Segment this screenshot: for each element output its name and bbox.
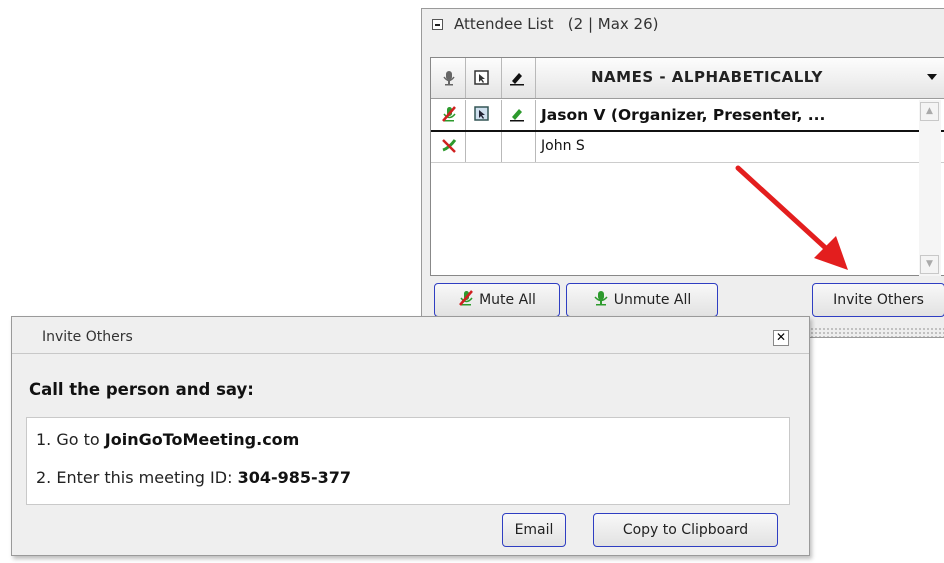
attendee-list-title: Attendee List (2 | Max 26): [454, 15, 658, 33]
muted-phone-icon[interactable]: [441, 138, 457, 154]
instructions-box: 1. Go to JoinGoToMeeting.com 2. Enter th…: [26, 417, 790, 505]
unmute-all-label: Unmute All: [613, 292, 692, 308]
collapse-icon[interactable]: [432, 19, 443, 30]
column-separator: [535, 132, 536, 162]
column-separator: [465, 58, 466, 98]
unmute-all-button[interactable]: Unmute All: [566, 283, 718, 317]
instruction-1-prefix: 1. Go to: [36, 430, 105, 449]
resize-grip: [802, 327, 944, 337]
muted-microphone-icon[interactable]: [441, 106, 457, 122]
dialog-heading: Call the person and say:: [29, 380, 254, 399]
invite-others-button[interactable]: Invite Others: [812, 283, 944, 317]
close-icon[interactable]: ✕: [773, 330, 789, 346]
attendee-panel-header: Attendee List (2 | Max 26): [422, 9, 944, 41]
attendee-name: Jason V (Organizer, Presenter, ...: [541, 106, 826, 124]
microphone-icon: [593, 290, 609, 310]
meeting-id: 304-985-377: [237, 468, 352, 487]
dialog-titlebar: Invite Others ✕: [12, 317, 809, 354]
instruction-line-1: 1. Go to JoinGoToMeeting.com: [36, 430, 299, 449]
column-separator: [535, 58, 536, 98]
red-pointer-arrow: [735, 165, 848, 270]
attendee-table: NAMES - ALPHABETICALLY Jason V (Organize…: [430, 57, 944, 276]
email-label: Email: [514, 522, 554, 538]
attendee-row[interactable]: Jason V (Organizer, Presenter, ...: [431, 100, 944, 132]
mute-all-label: Mute All: [479, 292, 536, 308]
pen-icon: [509, 106, 525, 122]
chevron-down-icon[interactable]: [927, 74, 937, 80]
dialog-title: Invite Others: [42, 329, 133, 345]
invite-others-label: Invite Others: [833, 292, 924, 308]
attendee-name: John S: [541, 138, 585, 154]
email-button[interactable]: Email: [502, 513, 566, 547]
pen-icon[interactable]: [509, 70, 525, 86]
join-url: JoinGoToMeeting.com: [104, 430, 300, 449]
muted-microphone-icon: [458, 290, 474, 310]
column-separator: [501, 58, 502, 98]
attendee-table-header: NAMES - ALPHABETICALLY: [431, 58, 944, 99]
attendee-footer: Mute All Unmute All Invite Others: [430, 277, 944, 321]
scroll-up-icon[interactable]: ▲: [920, 102, 939, 121]
scroll-down-icon[interactable]: ▼: [920, 255, 939, 274]
instruction-2-prefix: 2. Enter this meeting ID:: [36, 468, 238, 487]
screen-icon: [474, 106, 490, 122]
screen-icon[interactable]: [474, 70, 490, 86]
copy-to-clipboard-button[interactable]: Copy to Clipboard: [593, 513, 778, 547]
invite-dialog: Invite Others ✕ Call the person and say:…: [11, 316, 810, 556]
column-separator: [501, 100, 502, 130]
copy-to-clipboard-label: Copy to Clipboard: [622, 522, 749, 538]
attendee-count: (2 | Max 26): [567, 15, 659, 33]
scrollbar[interactable]: ▲ ▼: [919, 100, 941, 276]
column-separator: [501, 132, 502, 162]
attendee-panel: Attendee List (2 | Max 26) NAMES - ALPHA…: [421, 8, 944, 338]
column-separator: [465, 132, 466, 162]
attendee-title-text: Attendee List: [454, 15, 554, 33]
column-separator: [465, 100, 466, 130]
instruction-line-2: 2. Enter this meeting ID: 304-985-377: [36, 468, 351, 487]
names-sort-header[interactable]: NAMES - ALPHABETICALLY: [591, 68, 823, 86]
mute-all-button[interactable]: Mute All: [434, 283, 560, 317]
attendee-row[interactable]: John S: [431, 132, 944, 163]
microphone-icon[interactable]: [441, 70, 457, 86]
column-separator: [535, 100, 536, 130]
